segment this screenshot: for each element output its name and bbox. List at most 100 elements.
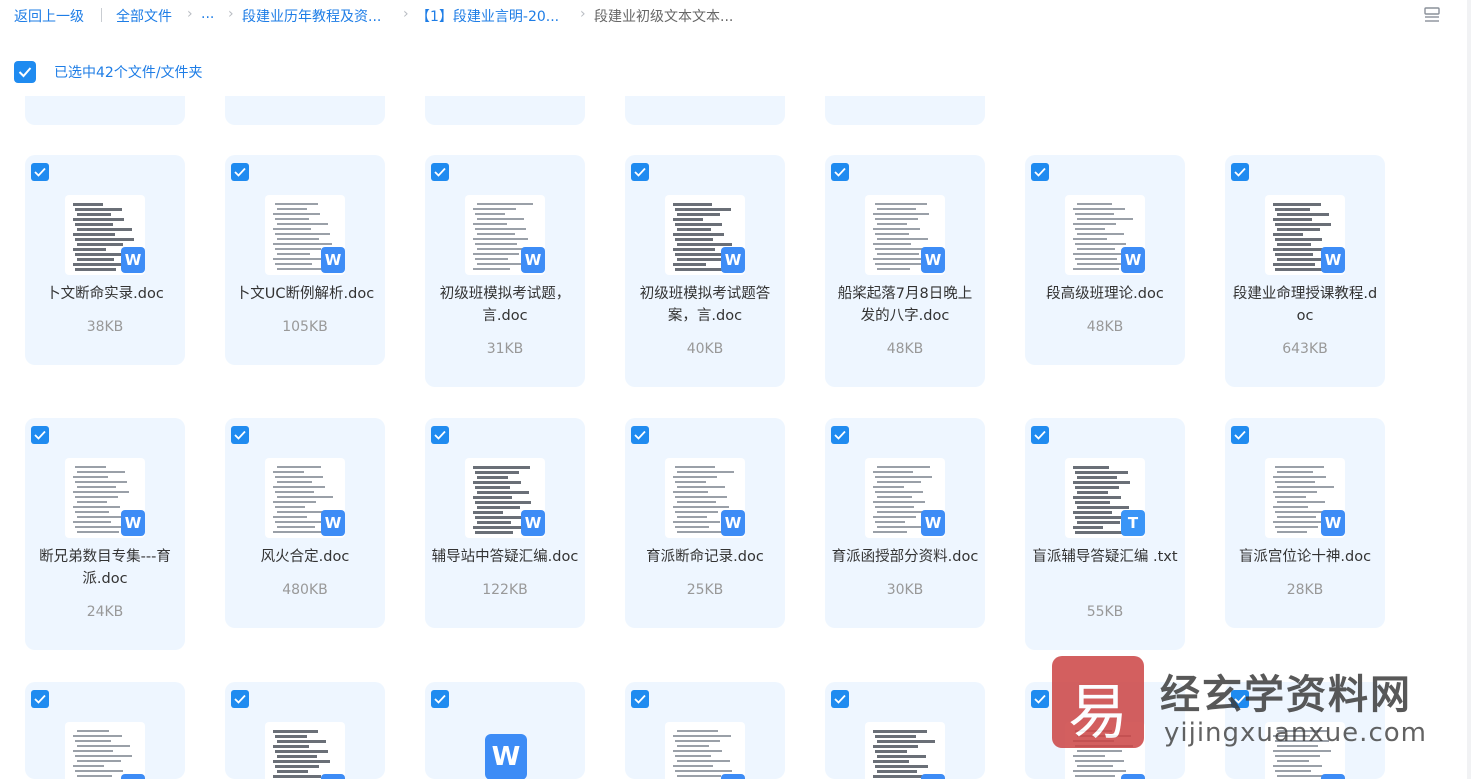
file-checkbox[interactable] <box>231 163 249 181</box>
breadcrumb-level2[interactable]: 【1】段建业言明-20... <box>416 6 559 26</box>
file-card[interactable]: W 初级班模拟考试题，言.doc 31KB <box>425 155 585 387</box>
word-doc-icon: W <box>1121 774 1145 779</box>
file-size: 55KB <box>1086 604 1124 620</box>
file-card[interactable]: W 船桨起落7月8日晚上发的八字.doc 48KB <box>825 155 985 387</box>
file-checkbox[interactable] <box>31 426 49 444</box>
file-card[interactable] <box>225 96 385 125</box>
file-checkbox[interactable] <box>31 163 49 181</box>
file-card[interactable]: W <box>625 682 785 779</box>
file-thumbnail <box>65 722 145 779</box>
file-size: 40KB <box>686 341 724 357</box>
file-checkbox[interactable] <box>831 163 849 181</box>
file-card[interactable] <box>425 96 585 125</box>
watermark-seal: 易 <box>1052 656 1144 748</box>
word-doc-icon: W <box>321 774 345 779</box>
file-card[interactable] <box>825 96 985 125</box>
file-card[interactable] <box>25 96 185 125</box>
file-size: 28KB <box>1286 582 1324 598</box>
word-doc-icon: W <box>721 247 745 273</box>
file-card[interactable]: W 盲派宫位论十神.doc 28KB <box>1225 418 1385 628</box>
file-checkbox[interactable] <box>431 690 449 708</box>
file-size: 24KB <box>86 604 124 620</box>
breadcrumb-level1[interactable]: 段建业历年教程及资... <box>242 6 381 26</box>
file-checkbox[interactable] <box>1231 163 1249 181</box>
word-doc-icon: W <box>921 247 945 273</box>
file-size: 31KB <box>486 341 524 357</box>
file-checkbox[interactable] <box>431 163 449 181</box>
file-checkbox[interactable] <box>631 163 649 181</box>
file-name: 育派函授部分资料.doc <box>831 549 979 565</box>
divider <box>101 8 102 22</box>
breadcrumb: 返回上一级 全部文件 › ... › 段建业历年教程及资... › 【1】段建业… <box>0 0 1471 34</box>
word-doc-icon: W <box>521 247 545 273</box>
file-name: 初级班模拟考试题答案，言.doc <box>639 286 771 324</box>
file-size: 480KB <box>282 582 328 598</box>
file-card[interactable]: W 段高级班理论.doc 48KB <box>1025 155 1185 365</box>
file-checkbox[interactable] <box>431 426 449 444</box>
file-thumbnail <box>865 722 945 779</box>
word-doc-icon: W <box>721 510 745 536</box>
list-view-icon[interactable] <box>1424 7 1440 23</box>
word-doc-icon: W <box>485 734 527 779</box>
chevron-right-icon: › <box>580 6 586 22</box>
word-doc-icon: W <box>321 510 345 536</box>
file-checkbox[interactable] <box>1031 690 1049 708</box>
word-doc-icon: W <box>121 247 145 273</box>
breadcrumb-current: 段建业初级文本文本... <box>594 9 734 25</box>
file-card[interactable]: W <box>825 682 985 779</box>
file-name: 段建业命理授课教程.doc <box>1232 286 1378 324</box>
selection-count: 已选中42个文件/文件夹 <box>54 65 203 81</box>
file-card[interactable]: W 段建业命理授课教程.doc 643KB <box>1225 155 1385 387</box>
breadcrumb-ellipsis[interactable]: ... <box>201 6 214 22</box>
file-checkbox[interactable] <box>1231 426 1249 444</box>
file-card[interactable]: W <box>225 682 385 779</box>
file-checkbox[interactable] <box>631 426 649 444</box>
word-doc-icon: W <box>121 510 145 536</box>
back-link[interactable]: 返回上一级 <box>14 6 84 26</box>
file-name: 辅导站中答疑汇编.doc <box>431 549 579 565</box>
file-size: 38KB <box>86 319 124 335</box>
file-checkbox[interactable] <box>231 690 249 708</box>
file-name: 船桨起落7月8日晚上发的八字.doc <box>837 286 973 324</box>
file-card[interactable]: W 初级班模拟考试题答案，言.doc 40KB <box>625 155 785 387</box>
file-size: 643KB <box>1282 341 1328 357</box>
word-doc-icon: W <box>1321 774 1345 779</box>
file-card[interactable] <box>625 96 785 125</box>
file-checkbox[interactable] <box>31 690 49 708</box>
file-card[interactable]: W 育派断命记录.doc 25KB <box>625 418 785 628</box>
scrollbar[interactable] <box>1467 0 1471 779</box>
file-checkbox[interactable] <box>831 426 849 444</box>
file-card[interactable]: W <box>425 682 585 779</box>
breadcrumb-all-files[interactable]: 全部文件 <box>116 6 172 26</box>
word-doc-icon: W <box>1321 247 1345 273</box>
file-name: 卜文UC断例解析.doc <box>235 286 375 302</box>
file-checkbox[interactable] <box>1031 163 1049 181</box>
word-doc-icon: W <box>921 510 945 536</box>
chevron-right-icon: › <box>228 6 234 22</box>
watermark-title: 经玄学资料网 <box>1160 672 1412 718</box>
txt-file-icon: T <box>1121 510 1145 536</box>
file-card[interactable]: W <box>25 682 185 779</box>
file-card[interactable]: T 盲派辅导答疑汇编 .txt 55KB <box>1025 418 1185 650</box>
file-name: 盲派辅导答疑汇编 .txt <box>1032 549 1178 565</box>
file-card[interactable]: W 辅导站中答疑汇编.doc 122KB <box>425 418 585 628</box>
file-card[interactable]: W 风火合定.doc 480KB <box>225 418 385 628</box>
file-size: 48KB <box>1086 319 1124 335</box>
file-checkbox[interactable] <box>631 690 649 708</box>
file-size: 30KB <box>886 582 924 598</box>
file-name: 断兄弟数目专集---育派.doc <box>39 549 171 587</box>
file-size: 105KB <box>282 319 328 335</box>
word-doc-icon: W <box>1121 247 1145 273</box>
file-card[interactable]: W 卜文断命实录.doc 38KB <box>25 155 185 365</box>
file-checkbox[interactable] <box>831 690 849 708</box>
file-card[interactable]: W 断兄弟数目专集---育派.doc 24KB <box>25 418 185 650</box>
select-all-checkbox[interactable] <box>14 61 36 83</box>
chevron-right-icon: › <box>187 6 193 22</box>
word-doc-icon: W <box>921 774 945 779</box>
file-checkbox[interactable] <box>1031 426 1049 444</box>
file-checkbox[interactable] <box>231 426 249 444</box>
file-card[interactable]: W 育派函授部分资料.doc 30KB <box>825 418 985 628</box>
file-name: 段高级班理论.doc <box>1046 286 1164 302</box>
file-card[interactable]: W 卜文UC断例解析.doc 105KB <box>225 155 385 365</box>
file-thumbnail <box>665 722 745 779</box>
